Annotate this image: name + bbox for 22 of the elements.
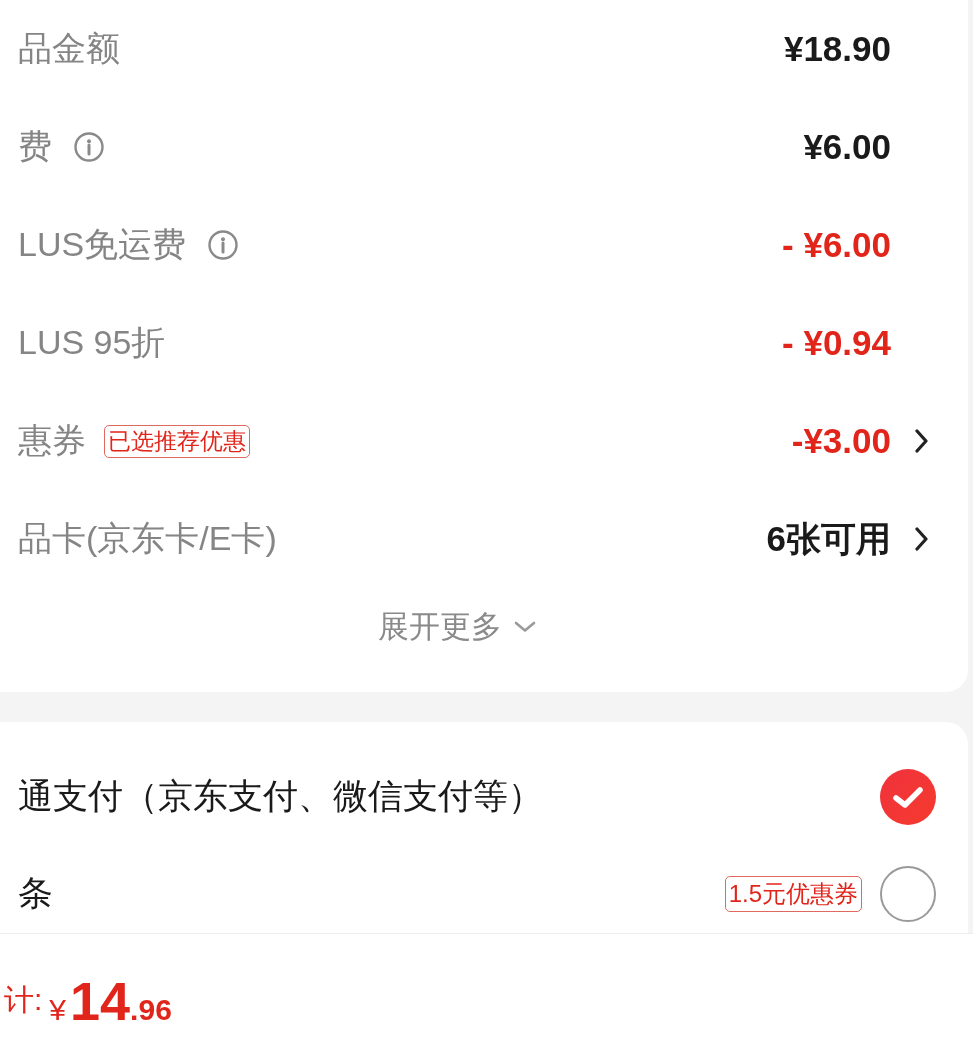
total-price: ¥14.96 bbox=[49, 969, 172, 1032]
row-amount: -¥3.00 bbox=[791, 421, 891, 461]
expand-more-button[interactable]: 展开更多 bbox=[377, 606, 536, 648]
row-label: LUS 95折 bbox=[18, 322, 166, 363]
chevron-down-icon bbox=[513, 621, 536, 633]
row-amount: ¥18.90 bbox=[783, 29, 891, 69]
payment-method-label: 条 bbox=[18, 872, 54, 914]
row-amount: ¥6.00 bbox=[803, 127, 891, 167]
row-label: LUS免运费 bbox=[18, 224, 187, 265]
coupon-tag: 已选推荐优惠 bbox=[104, 424, 250, 458]
payment-method-label: 通支付（京东支付、微信支付等） bbox=[18, 775, 544, 817]
row-label: 惠券 bbox=[18, 420, 86, 461]
row-label: 品金额 bbox=[18, 28, 120, 69]
row-amount: - ¥0.94 bbox=[782, 323, 891, 363]
coupon-tag: 1.5元优惠券 bbox=[724, 875, 862, 912]
row-label: 费 bbox=[18, 126, 52, 167]
row-amount: 6张可用 bbox=[766, 517, 891, 560]
row-label: 品卡(京东卡/E卡) bbox=[18, 518, 277, 559]
radio-button[interactable] bbox=[880, 768, 936, 825]
total-label: 计: bbox=[4, 982, 43, 1018]
radio-button[interactable] bbox=[880, 865, 936, 922]
row-amount: - ¥6.00 bbox=[782, 225, 891, 265]
